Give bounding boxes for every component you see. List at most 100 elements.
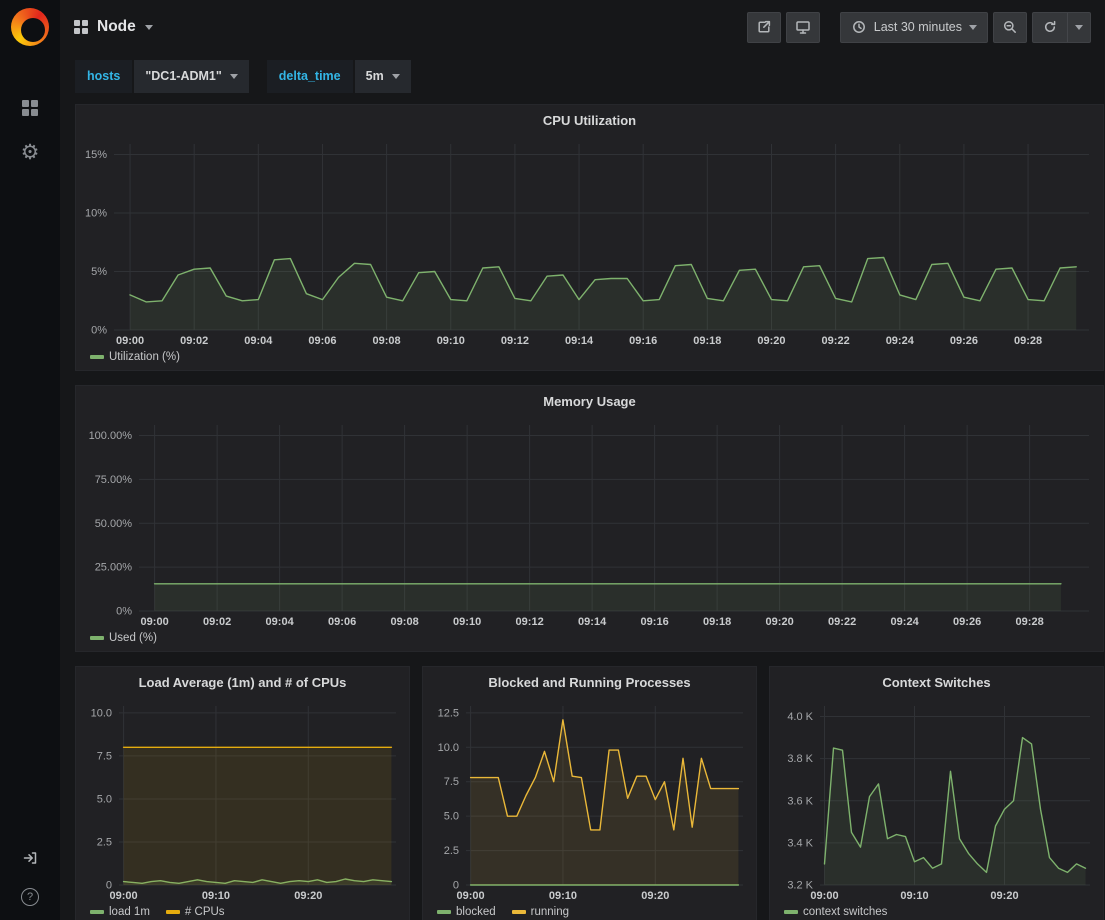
legend-label: Utilization (%): [109, 351, 180, 363]
share-icon: [756, 19, 772, 35]
legend-swatch: [90, 636, 104, 640]
y-tick-label: 3.6 K: [787, 795, 813, 807]
legend-item[interactable]: Used (%): [90, 632, 157, 644]
x-tick-label: 09:24: [890, 616, 919, 628]
y-tick-label: 5.0: [443, 811, 458, 823]
y-tick-label: 0%: [116, 606, 132, 618]
chart-legend: Utilization (%): [76, 348, 1103, 370]
x-tick-label: 09:16: [629, 335, 657, 347]
x-tick-label: 09:24: [885, 335, 914, 347]
legend-item[interactable]: context switches: [784, 906, 887, 918]
variable-delta-time[interactable]: delta_time 5m: [267, 60, 411, 93]
legend-label: running: [531, 906, 569, 918]
legend-item[interactable]: running: [512, 906, 569, 918]
panel-title[interactable]: Load Average (1m) and # of CPUs: [76, 667, 409, 698]
legend-item[interactable]: load 1m: [90, 906, 150, 918]
dashboard-title-button[interactable]: Node: [74, 18, 153, 36]
help-button[interactable]: ?: [21, 888, 39, 906]
memory-usage-chart[interactable]: 0%25.00%50.00%75.00%100.00%09:0009:0209:…: [83, 417, 1097, 629]
refresh-interval-dropdown[interactable]: [1067, 13, 1090, 42]
x-tick-label: 09:18: [703, 616, 731, 628]
y-tick-label: 12.5: [437, 707, 458, 719]
legend-label: # CPUs: [185, 906, 225, 918]
variable-value-dropdown[interactable]: 5m: [355, 60, 411, 93]
panel-title[interactable]: Memory Usage: [76, 386, 1103, 417]
panel-load-average: Load Average (1m) and # of CPUs 02.55.07…: [75, 666, 410, 920]
sidebar-item-dashboards[interactable]: [22, 100, 38, 116]
series-area: [824, 738, 1085, 885]
chart-legend: context switches: [770, 903, 1103, 920]
y-tick-label: 3.4 K: [787, 837, 813, 849]
series-area: [154, 584, 1060, 611]
time-range-picker[interactable]: Last 30 minutes: [840, 12, 988, 43]
x-tick-label: 09:20: [765, 616, 793, 628]
x-tick-label: 09:00: [810, 890, 838, 902]
y-tick-label: 4.0 K: [787, 711, 813, 723]
x-tick-label: 09:22: [821, 335, 849, 347]
sign-in-button[interactable]: [22, 850, 38, 866]
bottom-panel-row: Load Average (1m) and # of CPUs 02.55.07…: [75, 666, 1104, 920]
x-tick-label: 09:00: [109, 890, 137, 902]
main-area: Node: [60, 0, 1105, 920]
chart-legend: blocked running: [423, 903, 756, 920]
refresh-button[interactable]: [1033, 13, 1067, 42]
panel-title[interactable]: Context Switches: [770, 667, 1103, 698]
y-tick-label: 3.8 K: [787, 753, 813, 765]
x-tick-label: 09:12: [500, 335, 528, 347]
chart-legend: load 1m # CPUs: [76, 903, 409, 920]
x-tick-label: 09:20: [641, 890, 669, 902]
cpu-utilization-chart[interactable]: 0%5%10%15%09:0009:0209:0409:0609:0809:10…: [83, 136, 1097, 348]
variable-value: 5m: [366, 69, 384, 83]
processes-chart[interactable]: 02.55.07.510.012.509:0009:1009:20: [429, 698, 751, 903]
refresh-control: [1032, 12, 1091, 43]
sidebar-item-configuration[interactable]: ⚙: [21, 142, 40, 163]
sidebar: ⚙ ?: [0, 0, 60, 920]
refresh-icon: [1042, 19, 1058, 35]
y-tick-label: 5%: [91, 266, 107, 278]
y-tick-label: 10.0: [90, 707, 111, 719]
navbar-actions: Last 30 minutes: [747, 12, 1091, 43]
series-area: [123, 747, 391, 885]
y-tick-label: 5.0: [96, 793, 111, 805]
legend-item[interactable]: Utilization (%): [90, 351, 180, 363]
help-icon: ?: [21, 888, 39, 906]
x-tick-label: 09:10: [900, 890, 928, 902]
legend-swatch: [90, 355, 104, 359]
variable-label: hosts: [75, 60, 132, 93]
legend-swatch: [784, 910, 798, 914]
dashboards-grid-icon: [22, 100, 38, 116]
x-tick-label: 09:26: [949, 335, 977, 347]
x-tick-label: 09:00: [140, 616, 168, 628]
panel-title[interactable]: CPU Utilization: [76, 105, 1103, 136]
legend-label: Used (%): [109, 632, 157, 644]
legend-item[interactable]: # CPUs: [166, 906, 225, 918]
x-tick-label: 09:14: [564, 335, 593, 347]
x-tick-label: 09:28: [1013, 335, 1041, 347]
context-switches-chart[interactable]: 3.2 K3.4 K3.6 K3.8 K4.0 K09:0009:1009:20: [776, 698, 1098, 903]
x-tick-label: 09:08: [372, 335, 400, 347]
share-button[interactable]: [747, 12, 781, 43]
panel-title[interactable]: Blocked and Running Processes: [423, 667, 756, 698]
y-tick-label: 10.0: [437, 742, 458, 754]
x-tick-label: 09:28: [1015, 616, 1043, 628]
grafana-logo[interactable]: [11, 8, 49, 46]
chevron-down-icon: [230, 74, 238, 79]
x-tick-label: 09:20: [294, 890, 322, 902]
x-tick-label: 09:16: [640, 616, 668, 628]
x-tick-label: 09:08: [390, 616, 418, 628]
legend-label: blocked: [456, 906, 496, 918]
variable-value-dropdown[interactable]: "DC1-ADM1": [134, 60, 248, 93]
y-tick-label: 7.5: [96, 750, 111, 762]
legend-item[interactable]: blocked: [437, 906, 496, 918]
load-average-chart[interactable]: 02.55.07.510.009:0009:1009:20: [82, 698, 404, 903]
zoom-out-button[interactable]: [993, 12, 1027, 43]
variable-hosts[interactable]: hosts "DC1-ADM1": [75, 60, 249, 93]
chevron-down-icon: [145, 25, 153, 30]
tv-mode-button[interactable]: [786, 12, 820, 43]
y-tick-label: 25.00%: [94, 562, 132, 574]
legend-swatch: [437, 910, 451, 914]
x-tick-label: 09:10: [436, 335, 464, 347]
x-tick-label: 09:22: [828, 616, 856, 628]
x-tick-label: 09:00: [456, 890, 484, 902]
y-tick-label: 0%: [91, 325, 107, 337]
